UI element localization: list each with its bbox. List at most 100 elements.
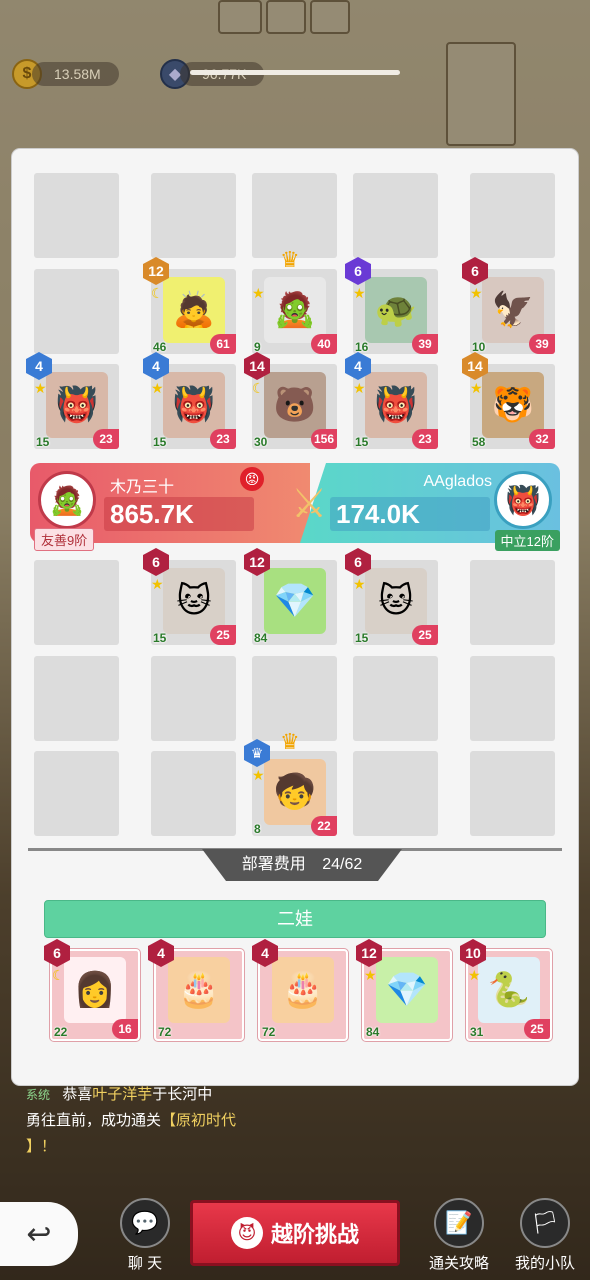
- attack-value: 46: [153, 340, 167, 354]
- hp-value: 25: [412, 625, 438, 645]
- opponent-rank-tag: 中立12阶: [494, 530, 560, 551]
- empty-slot[interactable]: [151, 656, 236, 741]
- star-icon: ★: [252, 285, 265, 301]
- chat-text: 】！: [26, 1138, 57, 1155]
- empty-slot[interactable]: [34, 269, 119, 354]
- hp-value: 16: [112, 1019, 138, 1039]
- attack-value: 22: [54, 1025, 68, 1039]
- attack-value: 16: [355, 340, 369, 354]
- chat-bubble-icon: 💬: [120, 1198, 170, 1248]
- unit-portrait: 👹: [365, 372, 427, 438]
- star-icon: ★: [468, 967, 481, 983]
- unit-portrait: 🧟: [264, 277, 326, 343]
- opponent-avatar[interactable]: 👹: [494, 471, 552, 529]
- hp-value: 156: [310, 429, 337, 449]
- team-button[interactable]: 🏳 我的小队: [510, 1198, 580, 1273]
- enemy-unit[interactable]: 👹 4 ★ 15 23: [26, 352, 119, 449]
- gold-resource: $ 13.58M: [12, 59, 119, 89]
- player-unit[interactable]: 🐱 6 ★ 15 25: [345, 548, 438, 645]
- empty-slot[interactable]: [470, 751, 555, 836]
- attack-value: 30: [254, 435, 268, 449]
- empty-slot[interactable]: [34, 173, 119, 258]
- enemy-unit[interactable]: 🙇 12 ☾ 46 61: [143, 257, 236, 354]
- enemy-unit[interactable]: 🐢 6 ★ 16 39: [345, 257, 438, 354]
- back-arrow-icon: ↩: [26, 1217, 52, 1251]
- system-chat-message[interactable]: 系统 恭喜叶子洋芋于长河中 勇往直前，成功通关【原初时代 】！: [26, 1082, 266, 1160]
- attack-value: 8: [254, 822, 261, 836]
- enemy-unit[interactable]: 🦅 6 ★ 10 39: [462, 257, 555, 354]
- star-icon: ★: [353, 285, 366, 301]
- empty-slot[interactable]: [470, 560, 555, 645]
- attack-value: 84: [254, 631, 268, 645]
- empty-slot[interactable]: [34, 560, 119, 645]
- unit-card[interactable]: 💎 12 ★ 84: [356, 939, 452, 1041]
- enemy-unit[interactable]: 🧟 ♛ ★ 9 40: [252, 247, 337, 354]
- chat-button-label: 聊 天: [127, 1255, 163, 1272]
- enemy-unit[interactable]: 🐯 14 ★ 58 32: [462, 352, 555, 449]
- enemy-unit[interactable]: 👹 4 ★ 15 23: [143, 352, 236, 449]
- player-unit[interactable]: 🐱 6 ★ 15 25: [143, 548, 236, 645]
- enemy-unit[interactable]: 👹 4 ★ 15 23: [345, 352, 438, 449]
- empty-slot[interactable]: [151, 173, 236, 258]
- empty-slot[interactable]: [151, 751, 236, 836]
- moon-icon: ☾: [52, 967, 65, 983]
- opponent-power: 174.0K: [330, 497, 490, 531]
- star-icon: ★: [34, 380, 47, 396]
- moon-icon: ☾: [252, 380, 265, 396]
- selected-unit-name[interactable]: 二娃: [44, 900, 546, 938]
- attack-value: 15: [355, 435, 369, 449]
- unit-portrait: 🐍: [478, 957, 540, 1023]
- opponent-name: AAglados: [423, 473, 493, 490]
- star-icon: ★: [364, 967, 377, 983]
- attack-value: 9: [254, 340, 261, 354]
- unit-card[interactable]: 🎂 4 72: [148, 939, 244, 1041]
- chat-text: 勇往直前，成功通关: [26, 1112, 162, 1129]
- unit-portrait: 👩: [64, 957, 126, 1023]
- hp-value: 23: [210, 429, 236, 449]
- empty-slot[interactable]: [353, 656, 438, 741]
- chat-button[interactable]: 💬 聊 天: [110, 1198, 180, 1273]
- player-unit[interactable]: 💎 12 84: [244, 548, 337, 645]
- hp-value: 39: [529, 334, 555, 354]
- challenge-button[interactable]: 😈 越阶挑战: [190, 1200, 400, 1266]
- player-avatar[interactable]: 🧟: [38, 471, 96, 529]
- team-button-label: 我的小队: [514, 1255, 575, 1272]
- unit-portrait: 💎: [376, 957, 438, 1023]
- unit-portrait: 🧒: [264, 759, 326, 825]
- challenge-button-label: 越阶挑战: [270, 1222, 359, 1247]
- unit-portrait: 👹: [163, 372, 225, 438]
- empty-slot[interactable]: [353, 751, 438, 836]
- unit-card[interactable]: 🐍 10 ★ 31 25: [460, 939, 552, 1041]
- unit-portrait: 🙇: [163, 277, 225, 343]
- hp-value: 23: [412, 429, 438, 449]
- enemy-unit[interactable]: 🐻 14 ☾ 30 156: [244, 352, 337, 449]
- unit-portrait: 🦅: [482, 277, 544, 343]
- attack-value: 15: [36, 435, 50, 449]
- star-icon: ★: [353, 576, 366, 592]
- empty-slot[interactable]: [34, 751, 119, 836]
- gold-amount: 13.58M: [32, 62, 119, 86]
- unit-portrait: 👹: [46, 372, 108, 438]
- back-button[interactable]: ↩: [0, 1202, 78, 1266]
- empty-slot[interactable]: [34, 656, 119, 741]
- star-icon: ★: [252, 767, 265, 783]
- crown-icon: ♛: [280, 729, 300, 754]
- hp-value: 61: [210, 334, 236, 354]
- empty-slot[interactable]: [470, 173, 555, 258]
- chat-stage-name: 【原初时代: [161, 1112, 237, 1129]
- player-unit[interactable]: 🧒 ♛ ♛ ★ 8 22: [244, 729, 337, 836]
- attack-value: 10: [472, 340, 486, 354]
- flag-icon: 🏳: [520, 1198, 570, 1248]
- empty-slot[interactable]: [353, 173, 438, 258]
- attack-value: 15: [153, 631, 167, 645]
- empty-slot[interactable]: [470, 656, 555, 741]
- empty-slot[interactable]: [252, 173, 337, 258]
- hp-value: 32: [529, 429, 555, 449]
- unit-card[interactable]: 🎂 4 72: [252, 939, 348, 1041]
- unit-card[interactable]: 👩 6 ☾ 22 16: [44, 939, 140, 1041]
- unit-portrait: 💎: [264, 568, 326, 634]
- guide-button[interactable]: 📝 通关攻略: [424, 1198, 494, 1273]
- chat-text: 于长河中: [152, 1086, 213, 1103]
- sheet-drag-handle[interactable]: [190, 70, 400, 75]
- hp-value: 25: [210, 625, 236, 645]
